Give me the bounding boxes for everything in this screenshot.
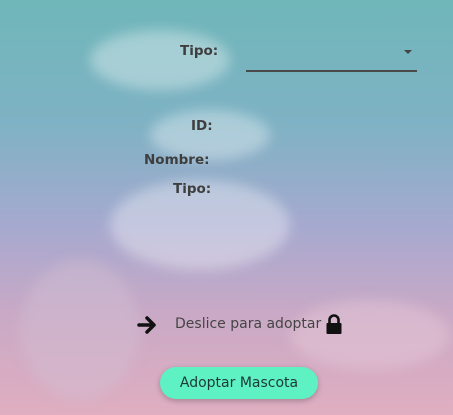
lock-icon	[326, 314, 342, 334]
id-label: ID:	[191, 118, 213, 134]
slide-to-adopt[interactable]: Deslice para adoptar	[135, 311, 350, 339]
cloud	[90, 30, 230, 90]
nombre-label: Nombre:	[144, 152, 210, 168]
slide-label: Deslice para adoptar	[175, 316, 322, 332]
tipo-select-label: Tipo:	[180, 43, 219, 59]
tree-silhouette	[20, 260, 140, 400]
dropdown-caret-icon[interactable]	[404, 50, 412, 54]
adopt-button[interactable]: Adoptar Mascota	[160, 367, 318, 399]
tipo-label: Tipo:	[173, 181, 212, 197]
arrow-right-icon[interactable]	[137, 315, 159, 335]
tipo-select[interactable]	[246, 42, 417, 72]
